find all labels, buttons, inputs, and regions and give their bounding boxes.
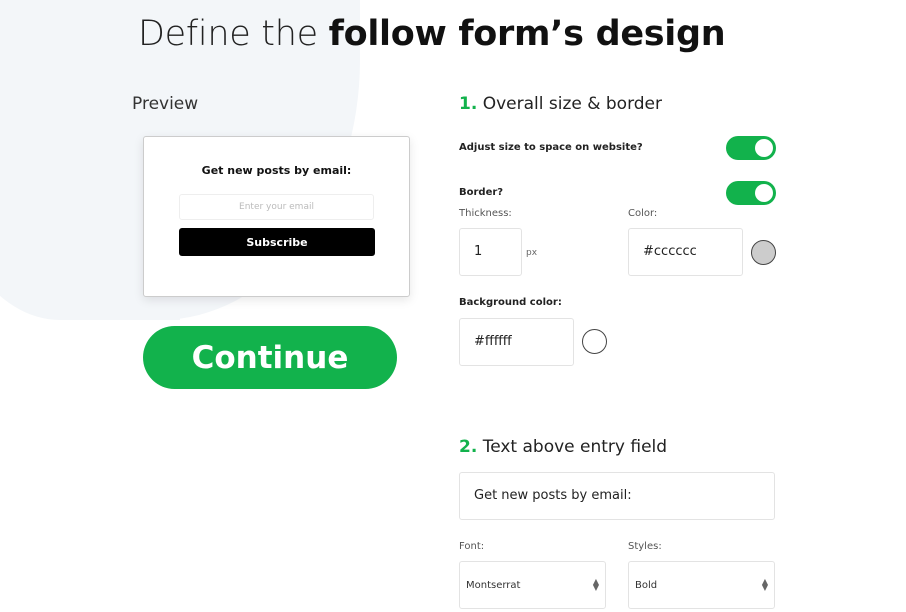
border-color-swatch[interactable] xyxy=(751,240,776,265)
preview-label: Preview xyxy=(132,94,199,114)
section-2-title: 2. Text above entry field xyxy=(459,437,668,457)
page-title: Define the follow form’s design xyxy=(138,14,726,54)
preview-form-card: Get new posts by email: Enter your email… xyxy=(143,136,410,297)
section-1-title: 1. Overall size & border xyxy=(459,94,663,114)
select-arrows-icon: ▲ ▼ xyxy=(592,577,599,592)
preview-subscribe-button[interactable]: Subscribe xyxy=(179,228,375,256)
toggle-knob xyxy=(755,184,773,202)
thickness-unit: px xyxy=(526,248,538,258)
border-label: Border? xyxy=(459,187,504,198)
adjust-size-toggle[interactable] xyxy=(726,136,776,160)
border-toggle[interactable] xyxy=(726,181,776,205)
background-color-label: Background color: xyxy=(459,297,562,308)
styles-label: Styles: xyxy=(628,541,662,552)
color-label: Color: xyxy=(628,208,658,219)
preview-email-input[interactable]: Enter your email xyxy=(179,194,374,220)
text-above-field-input[interactable]: Get new posts by email: xyxy=(459,472,775,520)
select-arrows-icon: ▲ ▼ xyxy=(761,577,768,592)
toggle-knob xyxy=(755,139,773,157)
styles-select[interactable]: Bold ▲ ▼ xyxy=(628,561,775,609)
thickness-input[interactable]: 1 xyxy=(459,228,522,276)
thickness-label: Thickness: xyxy=(459,208,512,219)
font-label: Font: xyxy=(459,541,485,552)
preview-heading: Get new posts by email: xyxy=(201,164,352,177)
adjust-size-label: Adjust size to space on website? xyxy=(459,142,643,153)
border-color-input[interactable]: #cccccc xyxy=(628,228,743,276)
font-select[interactable]: Montserrat ▲ ▼ xyxy=(459,561,606,609)
continue-button[interactable]: Continue xyxy=(143,326,397,389)
background-color-input[interactable]: #ffffff xyxy=(459,318,574,366)
background-color-swatch[interactable] xyxy=(582,329,607,354)
